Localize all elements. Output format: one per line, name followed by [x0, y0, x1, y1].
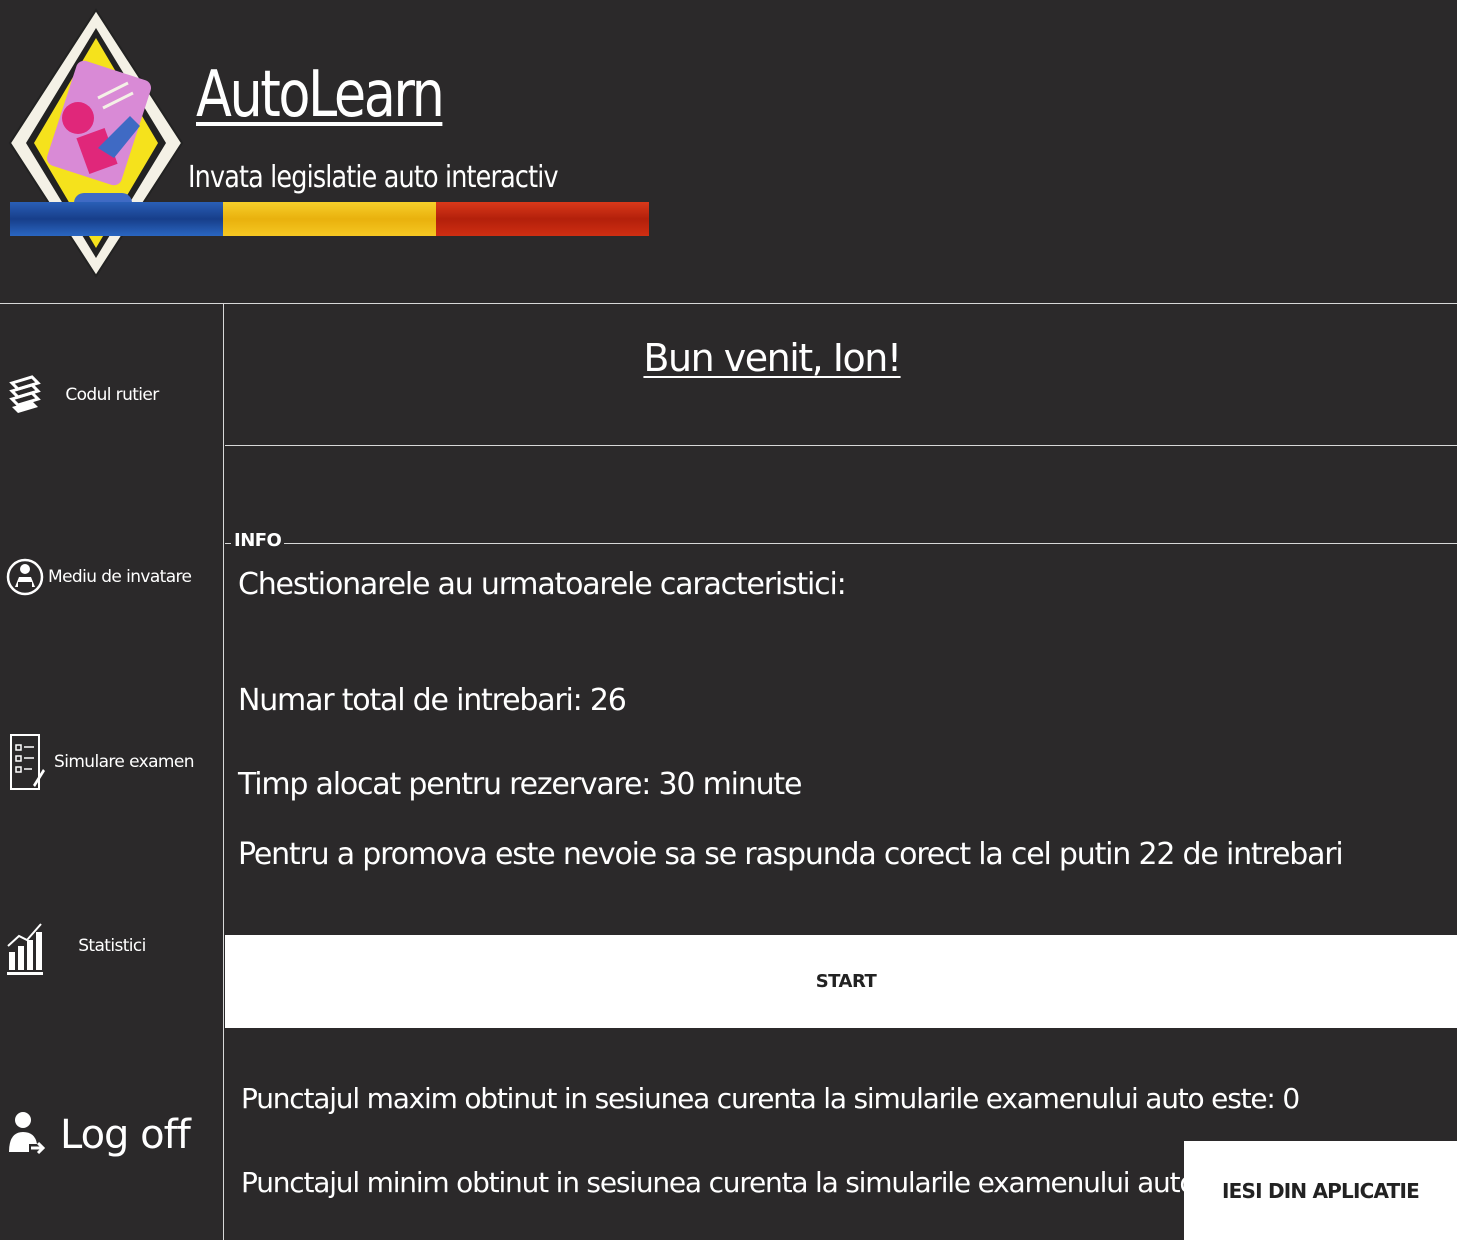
flag-stripe-red: [436, 202, 649, 236]
flag-stripe-blue: [10, 202, 223, 236]
info-divider: [225, 543, 1457, 544]
app-title: AutoLearn: [196, 58, 445, 132]
welcome-panel: Bun venit, Ion!: [225, 304, 1457, 446]
sidebar: Codul rutier Mediu de invatare Simulare …: [0, 304, 224, 1240]
info-legend: INFO: [231, 530, 285, 551]
sidebar-item-log-off[interactable]: Log off: [0, 1090, 224, 1180]
max-score-text: Punctajul maxim obtinut in sesiunea cure…: [241, 1082, 1300, 1115]
min-score-text: Punctajul minim obtinut in sesiunea cure…: [241, 1166, 1292, 1199]
info-groupbox: INFO Chestionarele au urmatoarele caract…: [225, 530, 1457, 935]
sidebar-item-label: Codul rutier: [65, 385, 159, 405]
sidebar-item-label: Simulare examen: [54, 752, 195, 772]
app-header: AutoLearn Invata legislatie auto interac…: [0, 0, 1457, 304]
sidebar-item-label: Statistici: [78, 936, 146, 956]
flag-stripe: [10, 202, 649, 236]
learning-person-icon: [4, 546, 46, 608]
sidebar-item-label: Log off: [60, 1112, 191, 1158]
info-pass-rule: Pentru a promova este nevoie sa se raspu…: [238, 837, 1344, 872]
info-total-questions: Numar total de intrebari: 26: [238, 683, 627, 718]
exit-app-button[interactable]: IESI DIN APLICATIE: [1184, 1141, 1457, 1240]
welcome-message: Bun venit, Ion!: [643, 336, 902, 380]
info-heading: Chestionarele au urmatoarele caracterist…: [238, 567, 847, 602]
autolearn-logo-icon: [8, 8, 184, 278]
sidebar-item-simulare-examen[interactable]: Simulare examen: [0, 717, 224, 807]
sidebar-item-codul-rutier[interactable]: Codul rutier: [0, 350, 224, 440]
exam-checklist-icon: [4, 731, 46, 793]
start-button[interactable]: START: [225, 935, 1457, 1028]
app-subtitle: Invata legislatie auto interactiv: [188, 160, 559, 195]
sidebar-item-statistici[interactable]: Statistici: [0, 901, 224, 991]
sidebar-item-label: Mediu de invatare: [48, 567, 192, 587]
flag-stripe-yellow: [223, 202, 436, 236]
info-time-allowed: Timp alocat pentru rezervare: 30 minute: [238, 767, 802, 802]
sidebar-item-mediu-de-invatare[interactable]: Mediu de invatare: [0, 532, 224, 622]
user-logout-icon: [4, 1104, 46, 1166]
